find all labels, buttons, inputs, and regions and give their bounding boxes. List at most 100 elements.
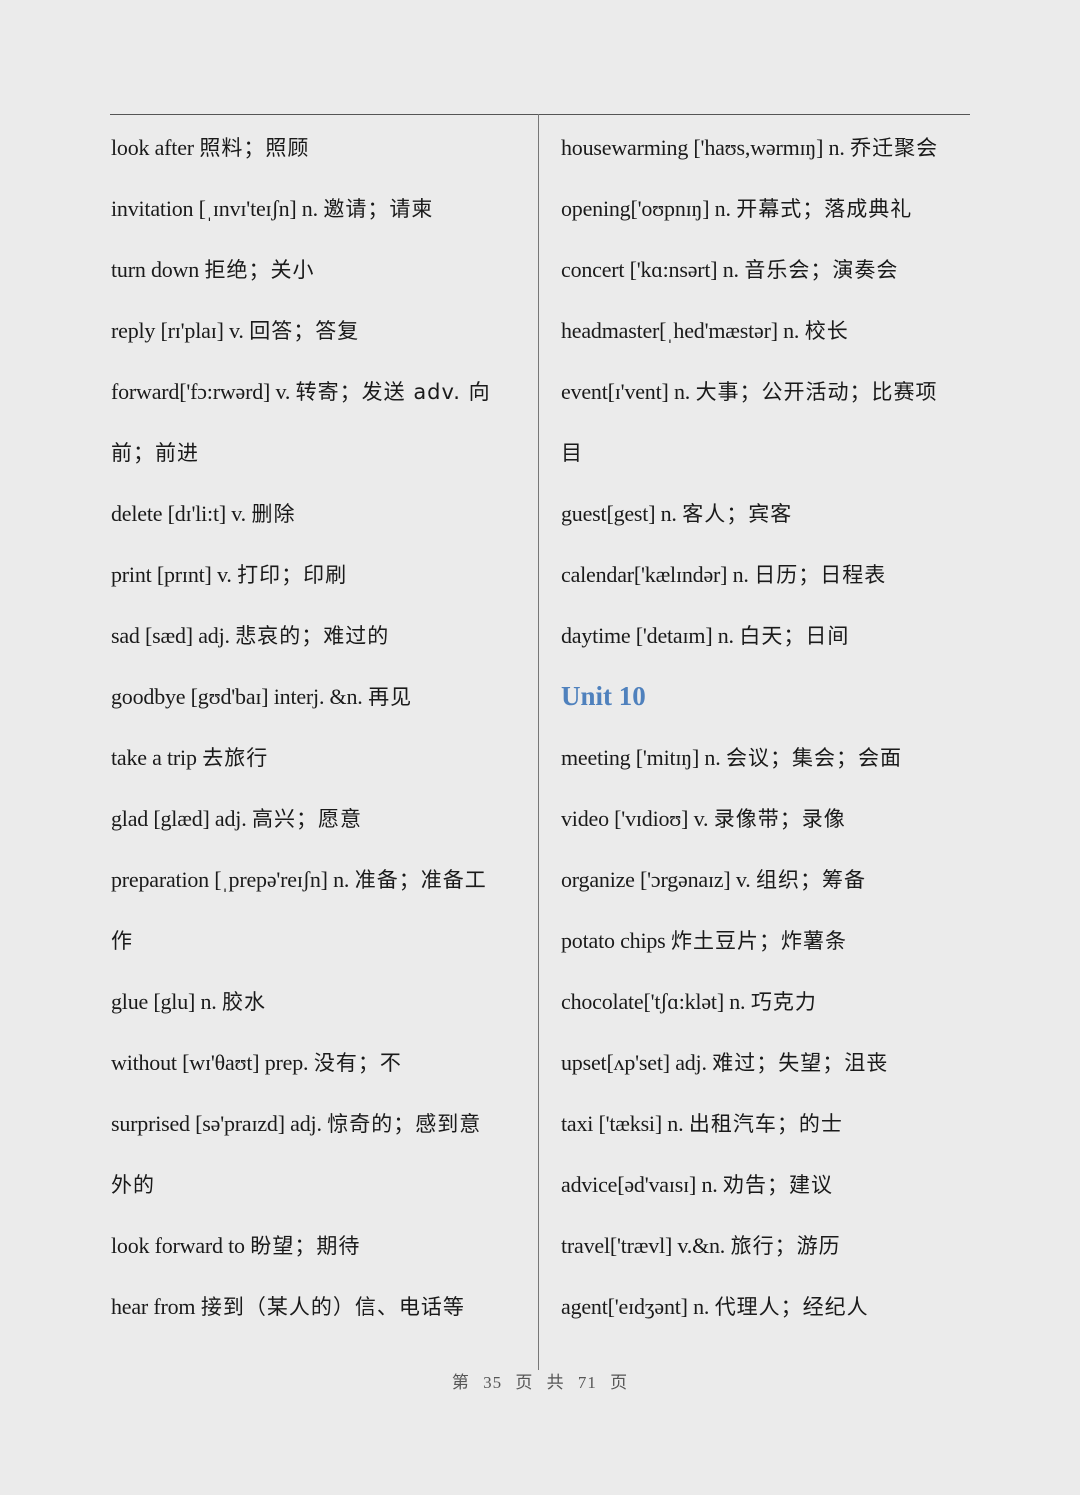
vocab-word: glad [glæd] adj. [111,806,247,831]
vocab-entry: forward['fɔ:rwərd] v. 转寄；发送 adv. 向 [111,361,526,422]
vocab-entry: surprised [sə'praɪzd] adj. 惊奇的；感到意 [111,1093,526,1154]
vocab-word: take a trip [111,745,197,770]
vocab-entry: travel['trævl] v.&n. 旅行；游历 [561,1215,976,1276]
vocab-definition: 录像带；录像 [713,807,846,831]
vocab-definition: 邀请；请柬 [323,197,434,221]
vocab-word: video ['vɪdioʊ] v. [561,806,709,831]
vocab-word: agent['eɪdʒənt] n. [561,1294,710,1319]
vocab-entry: daytime ['detaɪm] n. 白天；日间 [561,605,976,666]
vocab-word: headmaster[ˌhed'mæstər] n. [561,318,800,343]
top-rule [110,114,970,115]
vocab-entry: preparation [ˌprepə'reɪʃn] n. 准备；准备工 [111,849,526,910]
vocab-definition: 外的 [111,1173,155,1197]
vocab-entry: sad [sæd] adj. 悲哀的；难过的 [111,605,526,666]
vocab-definition: 前；前进 [111,441,199,465]
vocab-entry: turn down 拒绝；关小 [111,239,526,300]
vocab-entry: meeting ['mitɪŋ] n. 会议；集会；会面 [561,727,976,788]
vocab-entry: glad [glæd] adj. 高兴；愿意 [111,788,526,849]
vocab-definition: 白天；日间 [739,624,850,648]
vocab-word: potato chips [561,928,666,953]
vocab-definition: 开幕式；落成典礼 [736,197,913,221]
vocab-definition: 回答；答复 [249,319,360,343]
vocab-word: sad [sæd] adj. [111,623,230,648]
right-column: housewarming ['haʊs,wərmɪŋ] n. 乔迁聚会 openi… [561,117,976,1337]
vocab-definition: 巧克力 [750,990,817,1014]
vocab-entry: delete [dɪ'li:t] v. 删除 [111,483,526,544]
vocab-entry-continuation: 前；前进 [111,422,526,483]
vocab-entry-continuation: 目 [561,422,976,483]
vocab-word: upset[ʌp'set] adj. [561,1050,707,1075]
vocab-entry: housewarming ['haʊs,wərmɪŋ] n. 乔迁聚会 [561,117,976,178]
vocab-entry: calendar['kælɪndər] n. 日历；日程表 [561,544,976,605]
vocab-word: organize ['ɔrgənaɪz] v. [561,867,751,892]
vocab-entry: reply [rɪ'plaɪ] v. 回答；答复 [111,300,526,361]
vocab-word: guest[gest] n. [561,501,677,526]
vocab-definition: 盼望；期待 [250,1234,361,1258]
vocab-definition: 高兴；愿意 [252,807,362,831]
vocab-word: taxi ['tæksi] n. [561,1111,684,1136]
vocab-definition: 打印；印刷 [237,563,348,587]
vocab-entry-continuation: 外的 [111,1154,526,1215]
vocab-definition: 难过；失望；沮丧 [712,1051,889,1075]
vocab-definition: 出租汽车；的士 [688,1112,843,1136]
vocab-word: goodbye [gʊd'baɪ] interj. &n. [111,684,363,709]
vocab-entry: chocolate['tʃɑ:klət] n. 巧克力 [561,971,976,1032]
vocab-definition: 客人；宾客 [682,502,793,526]
vocab-word: print [prɪnt] v. [111,562,232,587]
footer-page-word: 页 [515,1373,534,1392]
vocab-word: housewarming ['haʊs,wərmɪŋ] n. [561,135,845,160]
vocab-entry: upset[ʌp'set] adj. 难过；失望；沮丧 [561,1032,976,1093]
vocab-word: advice[əd'vaɪsɪ] n. [561,1172,718,1197]
vocab-entry: take a trip 去旅行 [111,727,526,788]
vocab-definition: 接到（某人的）信、电话等 [200,1295,465,1319]
vocab-word: delete [dɪ'li:t] v. [111,501,246,526]
vocab-definition: 胶水 [222,990,267,1014]
footer-suffix: 页 [610,1373,629,1392]
vocab-entry: taxi ['tæksi] n. 出租汽车；的士 [561,1093,976,1154]
vocab-entry: opening['oʊpnɪŋ] n. 开幕式；落成典礼 [561,178,976,239]
vocab-definition: 乔迁聚会 [850,136,939,160]
vocab-entry: guest[gest] n. 客人；宾客 [561,483,976,544]
vocab-entry: potato chips 炸土豆片；炸薯条 [561,910,976,971]
vocab-entry: print [prɪnt] v. 打印；印刷 [111,544,526,605]
vocab-definition: 代理人；经纪人 [714,1295,869,1319]
vocab-definition: 照料；照顾 [199,136,310,160]
vocab-word: hear from [111,1294,196,1319]
footer-prefix: 第 [451,1373,470,1392]
column-divider [538,114,539,1370]
vocab-definition: 拒绝；关小 [204,258,315,282]
vocab-definition: 去旅行 [202,746,269,770]
vocab-definition: 准备；准备工 [354,868,487,892]
vocab-entry: without [wɪ'θaʊt] prep. 没有；不 [111,1032,526,1093]
vocab-entry: organize ['ɔrgənaɪz] v. 组织；筹备 [561,849,976,910]
vocab-word: invitation [ˌɪnvɪ'teɪʃn] n. [111,196,318,221]
vocab-entry: event[ɪ'vent] n. 大事；公开活动；比赛项 [561,361,976,422]
vocab-word: meeting ['mitɪŋ] n. [561,745,721,770]
vocab-entry-continuation: 作 [111,910,526,971]
vocab-entry: goodbye [gʊd'baɪ] interj. &n. 再见 [111,666,526,727]
vocab-entry: concert ['kɑ:nsərt] n. 音乐会；演奏会 [561,239,976,300]
vocab-definition: 再见 [368,685,413,709]
vocab-word: preparation [ˌprepə'reɪʃn] n. [111,867,350,892]
vocab-entry: invitation [ˌɪnvɪ'teɪʃn] n. 邀请；请柬 [111,178,526,239]
vocab-word: surprised [sə'praɪzd] adj. [111,1111,322,1136]
vocab-word: without [wɪ'θaʊt] prep. [111,1050,309,1075]
vocab-entry: video ['vɪdioʊ] v. 录像带；录像 [561,788,976,849]
vocab-definition: 删除 [251,502,296,526]
vocab-definition: 没有；不 [313,1051,402,1075]
vocab-definition: 炸土豆片；炸薯条 [671,929,848,953]
document-page: look after 照料；照顾 invitation [ˌɪnvɪ'teɪʃn]… [0,0,1080,1495]
vocab-definition: 劝告；建议 [723,1173,834,1197]
vocab-definition: 日历；日程表 [754,563,887,587]
vocab-entry: look after 照料；照顾 [111,117,526,178]
vocab-definition: 大事；公开活动；比赛项 [695,380,938,404]
vocab-word: look forward to [111,1233,245,1258]
page-footer: 第 35 页 共 71 页 [0,1368,1080,1393]
vocab-word: forward['fɔ:rwərd] v. [111,379,291,404]
vocab-word: turn down [111,257,200,282]
vocab-word: reply [rɪ'plaɪ] v. [111,318,244,343]
vocab-word: chocolate['tʃɑ:klət] n. [561,989,746,1014]
unit-heading: Unit 10 [561,681,646,711]
vocab-word: travel['trævl] v.&n. [561,1233,726,1258]
vocab-entry: agent['eɪdʒənt] n. 代理人；经纪人 [561,1276,976,1337]
